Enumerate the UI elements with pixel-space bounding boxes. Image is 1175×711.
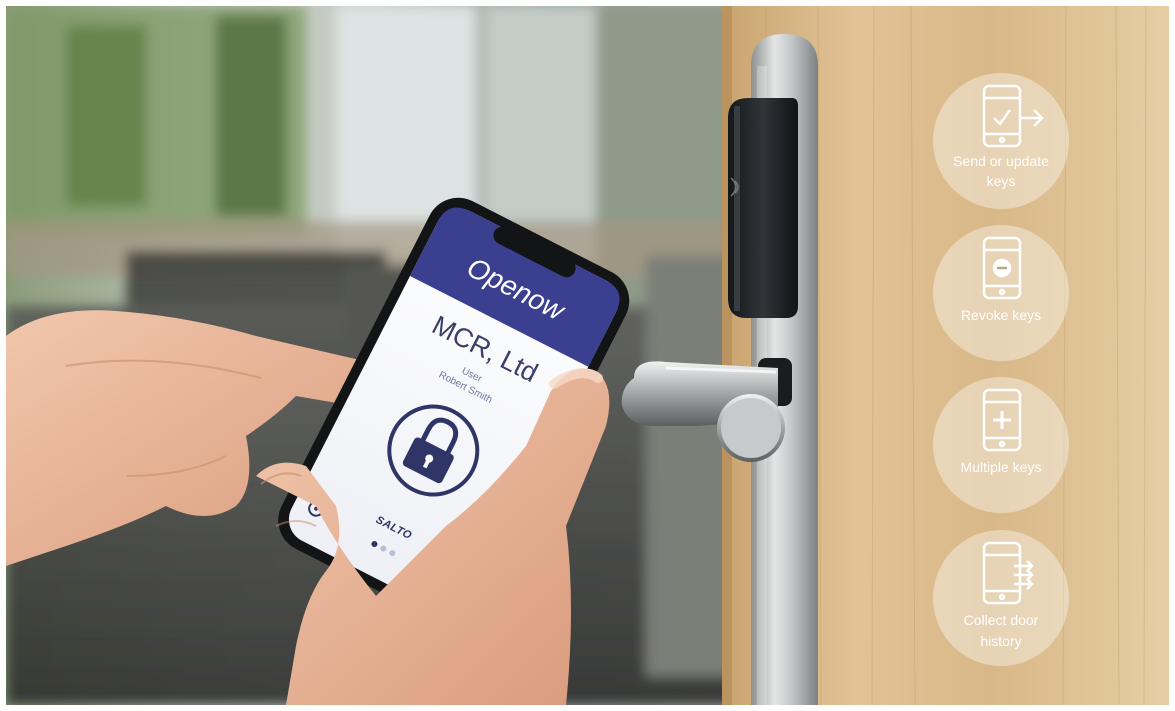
feature-label-history-line2: history bbox=[980, 633, 1021, 649]
smart-lock-photo: Openow MCR, Ltd User Robert Smith SALTO bbox=[6, 6, 1169, 705]
feature-badge-multiple: Multiple keys bbox=[933, 377, 1069, 513]
smart-lock-reader bbox=[728, 98, 798, 318]
feature-label-send-line2: keys bbox=[987, 173, 1016, 189]
feature-label-revoke: Revoke keys bbox=[961, 307, 1041, 323]
feature-label-multiple: Multiple keys bbox=[961, 459, 1042, 475]
feature-badge-send: Send or update keys bbox=[933, 73, 1069, 209]
feature-badge-revoke: Revoke keys bbox=[933, 225, 1069, 361]
feature-badge-history: Collect door history bbox=[933, 530, 1069, 666]
photo-frame: Openow MCR, Ltd User Robert Smith SALTO bbox=[6, 6, 1169, 705]
feature-label-history-line1: Collect door bbox=[964, 612, 1039, 628]
feature-label-send-line1: Send or update bbox=[953, 153, 1049, 169]
